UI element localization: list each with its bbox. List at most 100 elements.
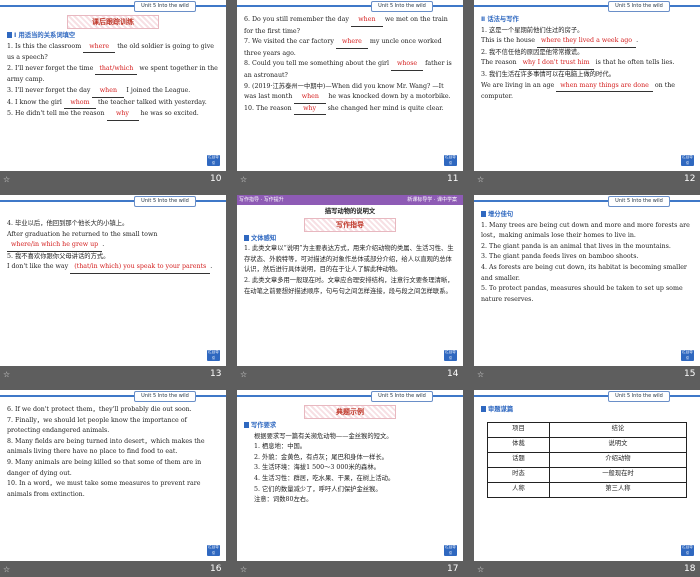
star-icon[interactable]: ☆ — [477, 370, 484, 379]
slide-15[interactable]: Unit 5 Into the wild 增分佳句 1. Many trees … — [474, 195, 700, 366]
exercise-line: The reason why I don't trust him is that… — [481, 58, 693, 70]
slide-11[interactable]: Unit 5 Into the wild 6. Do you still rem… — [237, 0, 463, 171]
slide-body: 4. 毕业以后，他回到那个他长大的小镇上。 After graduation h… — [7, 219, 219, 274]
exercise-line: 7. We visited the car factory where my u… — [244, 38, 442, 57]
slide-body: 审题谋篇 项目 结论 体裁 说明文 话题 介绍动物 时态 一般现在时 人称 第三人称 — [481, 405, 693, 498]
page-number: 11 — [447, 174, 459, 184]
back-button[interactable]: 栏目导引 — [207, 545, 220, 556]
exercise-line: 3. 我们生活在许多事情可以在电脑上做的时代。 — [481, 70, 615, 78]
slide-17[interactable]: Unit 5 Into the wild 典题示例 写作要求 根据要求写一篇有关… — [237, 390, 463, 561]
slide-body: 典题示例 写作要求 根据要求写一篇有关濒危动物——金丝猴的短文。 1. 栖息地：… — [244, 405, 456, 506]
page-number: 14 — [447, 369, 459, 379]
paragraph: 6. If we don't protect them，they'll prob… — [7, 406, 192, 413]
slide-body: 6. Do you still remember the day when we… — [244, 15, 456, 116]
table-row: 时态 一般现在时 — [487, 466, 688, 483]
banner: 典题示例 — [304, 405, 396, 419]
exercise-line: We are living in an age when many things… — [481, 81, 676, 101]
exercise-line: This is the house where they lived a wee… — [481, 36, 693, 48]
exercise-line: 6. Do you still remember the day when we… — [244, 16, 448, 35]
slide-header: 写作指导 · 写作提升 新课标导学 · 课中学案 — [237, 195, 463, 205]
paragraph: 注意：词数80左右。 — [254, 496, 313, 504]
exercise-line: 8. Could you tell me something about the… — [244, 60, 452, 79]
paragraph: 1. Many trees are being cut down and mor… — [481, 221, 690, 240]
paragraph: 4. As forests are being cut down, its ha… — [481, 263, 687, 282]
table-row: 人称 第三人称 — [487, 481, 688, 498]
page-number: 13 — [210, 369, 222, 379]
slide-header: Unit 5 Into the wild — [0, 0, 226, 12]
slide-header: Unit 5 Into the wild — [474, 0, 700, 12]
star-icon[interactable]: ☆ — [240, 370, 247, 379]
paragraph: 2. The giant panda is an animal that liv… — [481, 242, 671, 250]
paragraph: 1. 栖息地：中国。 — [254, 443, 307, 451]
exercise-line: 3. I'll never forget the day when I join… — [7, 86, 219, 98]
star-icon[interactable]: ☆ — [240, 565, 247, 574]
slide-header: Unit 5 Into the wild — [0, 390, 226, 402]
slide-body: 描写动物的说明文 写作指导 文体感知 1. 此类文章以“说明”为主要表达方式，用… — [244, 207, 456, 297]
exercise-line: 2. 我不信任他的原因是他常常撒谎。 — [481, 48, 584, 56]
paragraph: 9. Many animals are being killed so that… — [7, 458, 202, 477]
star-icon[interactable]: ☆ — [477, 565, 484, 574]
heading: 描写动物的说明文 — [324, 208, 376, 215]
slide-18[interactable]: Unit 5 Into the wild 审题谋篇 项目 结论 体裁 说明文 话题介… — [474, 390, 700, 561]
back-button[interactable]: 栏目导引 — [207, 350, 220, 361]
back-button[interactable]: 栏目导引 — [681, 155, 694, 166]
slide-body: Ⅱ 话法与写作 1. 这是一个星期前他们住过的房子。 This is the h… — [481, 15, 693, 103]
slide-16[interactable]: Unit 5 Into the wild 6. If we don't prot… — [0, 390, 226, 561]
paragraph: 10. In a word，we must take some measures… — [7, 480, 201, 498]
section-marker-icon — [7, 32, 12, 38]
paragraph: 5. 它们的数量减少了，呼吁人们保护金丝猴。 — [254, 485, 382, 493]
paragraph: 2. 外貌：金黄色，有点灰；尾巴和身体一样长。 — [254, 453, 388, 461]
slide-10[interactable]: Unit 5 Into the wild 课后跟踪训练 Ⅰ 用适当的关系词填空 … — [0, 0, 226, 171]
slide-body: 6. If we don't protect them，they'll prob… — [7, 405, 219, 500]
section-marker-icon — [244, 234, 249, 241]
back-button[interactable]: 栏目导引 — [444, 350, 457, 361]
back-button[interactable]: 栏目导引 — [681, 545, 694, 556]
back-button[interactable]: 栏目导引 — [444, 155, 457, 166]
exercise-line: 5. He didn't tell me the reason why he w… — [7, 109, 219, 121]
exercise-line: 5. 我不喜欢你跟你父母讲话的方式。 — [7, 252, 110, 260]
paragraph: 1. 此类文章以“说明”为主要表达方式，用来介绍动物的类属、生活习性、生存状态、… — [244, 245, 454, 274]
slide-14[interactable]: 写作指导 · 写作提升 新课标导学 · 课中学案 描写动物的说明文 写作指导 文… — [237, 195, 463, 366]
slide-13[interactable]: Unit 5 Into the wild 4. 毕业以后，他回到那个他长大的小镇… — [0, 195, 226, 366]
slide-header: Unit 5 Into the wild — [237, 390, 463, 402]
section-marker-icon — [481, 406, 486, 412]
star-icon[interactable]: ☆ — [3, 175, 10, 184]
slide-header: Unit 5 Into the wild — [0, 195, 226, 207]
analysis-table: 项目 结论 体裁 说明文 话题 介绍动物 时态 一般现在时 人称 第三人称 — [487, 421, 688, 498]
star-icon[interactable]: ☆ — [477, 175, 484, 184]
page-number: 15 — [684, 369, 696, 379]
star-icon[interactable]: ☆ — [3, 370, 10, 379]
back-button[interactable]: 栏目导引 — [681, 350, 694, 361]
slide-header: Unit 5 Into the wild — [474, 390, 700, 402]
paragraph: 8. Many fields are being turned into des… — [7, 437, 205, 456]
paragraph: 5. To protect pandas, measures should be… — [481, 285, 683, 303]
banner: 写作指导 — [304, 217, 396, 232]
table-row: 话题 介绍动物 — [487, 451, 688, 468]
paragraph: 2. 此类文章多用一般现在时。文章应合理安排结构，注意行文要条理清晰，在动笔之前… — [244, 276, 454, 295]
exercise-line: 4. I know the girl whom the teacher talk… — [7, 98, 219, 110]
exercise-line: 1. Is this the classroom where the old s… — [7, 42, 214, 62]
exercise-line: 1. 这是一个星期前他们住过的房子。 — [481, 26, 584, 34]
table-row: 项目 结论 — [487, 421, 688, 438]
back-button[interactable]: 栏目导引 — [207, 155, 220, 166]
slide-body: 增分佳句 1. Many trees are being cut down an… — [481, 210, 693, 305]
exercise-line: 2. I'll never forget the time that/which… — [7, 64, 218, 84]
back-button[interactable]: 栏目导引 — [444, 545, 457, 556]
section-marker-icon — [481, 211, 486, 217]
exercise-line: After graduation he returned to the smal… — [7, 230, 219, 252]
paragraph: 3. 生活环境：海拔1 500～3 000米的森林。 — [254, 464, 380, 472]
paragraph: 7. Finally，we should let people know the… — [7, 416, 187, 435]
slide-header: Unit 5 Into the wild — [474, 195, 700, 207]
slide-12[interactable]: Unit 5 Into the wild Ⅱ 话法与写作 1. 这是一个星期前他… — [474, 0, 700, 171]
paragraph: 3. The giant panda feeds lives on bamboo… — [481, 253, 639, 261]
exercise-line: 9. (2019·江苏泰州一中期中)—When did you know Mr.… — [244, 82, 456, 104]
star-icon[interactable]: ☆ — [3, 565, 10, 574]
slide-body: 课后跟踪训练 Ⅰ 用适当的关系词填空 1. Is this the classr… — [7, 15, 219, 121]
page-number: 10 — [210, 174, 222, 184]
page-number: 12 — [684, 174, 696, 184]
slide-header: Unit 5 Into the wild — [237, 0, 463, 12]
star-icon[interactable]: ☆ — [240, 175, 247, 184]
section-marker-icon — [244, 422, 249, 428]
paragraph: 根据要求写一篇有关濒危动物——金丝猴的短文。 — [254, 432, 393, 440]
exercise-line: 10. The reason why she changed her mind … — [244, 104, 456, 116]
